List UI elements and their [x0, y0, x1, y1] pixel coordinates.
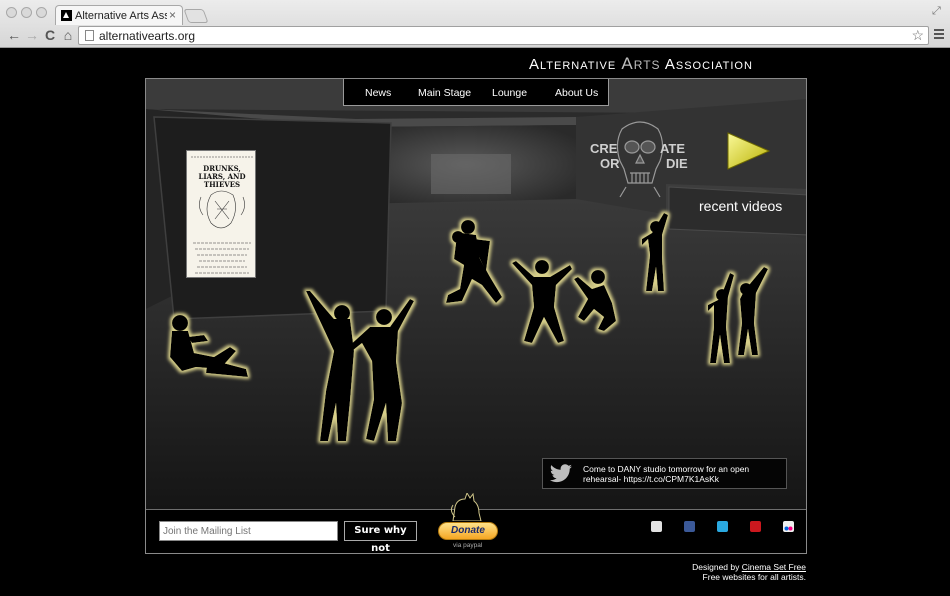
email-icon[interactable]	[651, 521, 662, 532]
nav-item-news[interactable]: News	[365, 87, 391, 99]
browser-tab[interactable]: Alternative Arts Associatio ×	[55, 5, 183, 25]
youtube-icon[interactable]	[750, 521, 761, 532]
close-window-button[interactable]	[6, 7, 17, 18]
fullscreen-icon[interactable]: ⤢	[932, 5, 941, 18]
twitter-icon[interactable]	[717, 521, 728, 532]
play-icon[interactable]	[726, 131, 771, 171]
bookmark-star-icon[interactable]: ☆	[911, 27, 924, 44]
flickr-icon[interactable]	[783, 521, 794, 532]
paypal-note: via paypal	[453, 542, 483, 549]
skull-text-die: DIE	[666, 156, 688, 171]
recent-videos-link[interactable]: recent videos	[699, 198, 782, 214]
cat-icon	[450, 493, 482, 521]
twitter-feed[interactable]: Come to DANY studio tomorrow for an open…	[542, 458, 787, 489]
mailing-list-input[interactable]	[159, 521, 338, 541]
site-title-part1: Alternative	[529, 56, 617, 73]
home-button[interactable]: ⌂	[60, 27, 76, 43]
credit-tagline: Free websites for all artists.	[702, 572, 806, 582]
tab-title: Alternative Arts Associatio	[75, 10, 167, 22]
nav-item-main-stage[interactable]: Main Stage	[418, 87, 471, 99]
tab-close-icon[interactable]: ×	[169, 8, 176, 22]
zoom-window-button[interactable]	[36, 7, 47, 18]
browser-menu-icon[interactable]	[934, 29, 944, 39]
page-icon	[85, 30, 94, 41]
facebook-icon[interactable]	[684, 521, 695, 532]
credit-designed-by: Designed by	[692, 562, 740, 572]
designer-link[interactable]: Cinema Set Free	[742, 562, 806, 572]
skull-text-or: OR	[600, 156, 620, 171]
minimize-window-button[interactable]	[21, 7, 32, 18]
skull-text-create-b: ATE	[660, 141, 686, 156]
flickr-dots	[784, 526, 793, 531]
new-tab-button[interactable]	[183, 9, 209, 23]
address-bar[interactable]: alternativearts.org ☆	[78, 26, 929, 45]
browser-chrome: Alternative Arts Associatio × ⤢ ← → C ⌂ …	[0, 0, 950, 48]
poster-heading: DRUNKS, LIARS, AND THIEVES	[198, 164, 246, 189]
event-poster[interactable]: DRUNKS, LIARS, AND THIEVES	[186, 150, 256, 278]
url-text[interactable]: alternativearts.org	[99, 29, 195, 43]
site-favicon-icon	[61, 10, 72, 21]
donate-button[interactable]: Donate	[438, 522, 498, 540]
site-title-part2: Arts	[621, 54, 661, 73]
site-credit: Designed by Cinema Set Free Free website…	[692, 562, 806, 582]
back-button[interactable]: ←	[6, 27, 22, 43]
main-nav: News Main Stage Lounge About Us	[343, 79, 609, 106]
nav-item-lounge[interactable]: Lounge	[492, 87, 527, 99]
tweet-text: Come to DANY studio tomorrow for an open…	[583, 464, 750, 484]
reload-button[interactable]: C	[42, 27, 58, 43]
subscribe-button[interactable]: Sure why not	[344, 521, 417, 553]
site-title[interactable]: Alternative Arts Association	[529, 54, 753, 74]
skull-text-create-a: CRE	[590, 141, 618, 156]
create-or-die-logo[interactable]: CRE ATE OR DIE	[586, 117, 696, 199]
main-stage: News Main Stage Lounge About Us DRUNKS, …	[145, 78, 807, 554]
nav-item-about-us[interactable]: About Us	[555, 87, 598, 99]
site-title-part3: Association	[664, 56, 753, 73]
twitter-bird-icon	[550, 464, 572, 483]
forward-button[interactable]: →	[24, 27, 40, 43]
